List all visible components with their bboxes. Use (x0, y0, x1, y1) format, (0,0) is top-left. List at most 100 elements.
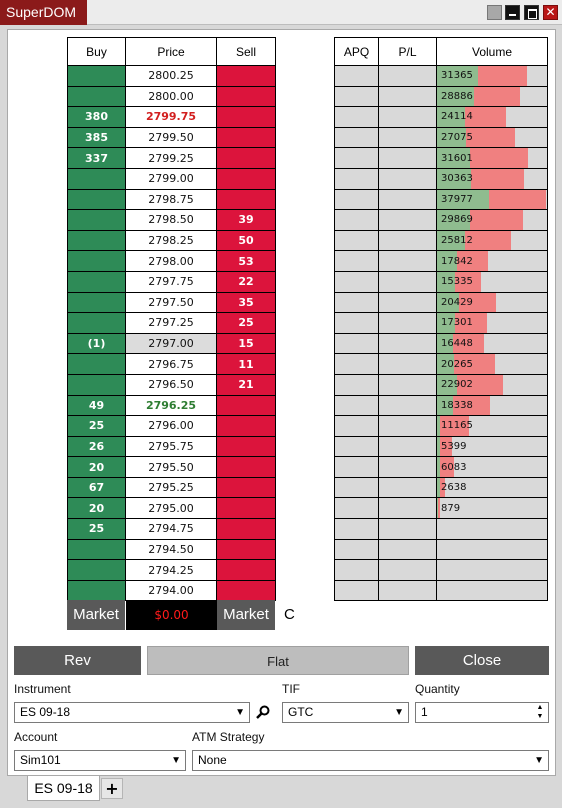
volume-cell (437, 539, 548, 561)
buy-cell[interactable]: 20 (68, 457, 126, 478)
close-icon[interactable]: ✕ (543, 5, 558, 20)
volume-value: 17842 (441, 255, 473, 267)
sell-cell[interactable]: 35 (217, 292, 276, 314)
sell-cell[interactable] (217, 477, 276, 499)
pl-cell (379, 539, 437, 561)
sell-cell[interactable] (217, 66, 276, 87)
sell-cell[interactable]: 21 (217, 374, 276, 396)
buy-cell[interactable] (68, 580, 126, 602)
buy-header: Buy (68, 38, 126, 66)
sell-market-button[interactable]: Market (217, 600, 275, 630)
buy-cell[interactable]: (1) (68, 333, 126, 355)
sell-cell[interactable] (217, 560, 276, 581)
volume-cell: 15335 (437, 271, 548, 293)
flat-button[interactable]: Flat (147, 646, 409, 675)
sell-cell[interactable]: 50 (217, 230, 276, 252)
restore-icon[interactable] (487, 5, 502, 20)
pl-cell (379, 189, 437, 211)
buy-cell[interactable]: 25 (68, 519, 126, 540)
atm-strategy-select[interactable]: None ▼ (192, 750, 549, 771)
sell-cell[interactable] (217, 539, 276, 561)
apq-cell (335, 457, 379, 478)
sell-cell[interactable] (217, 416, 276, 437)
price-cell: 2796.50 (126, 374, 217, 396)
volume-cell: 31601 (437, 148, 548, 169)
tab-es-09-18[interactable]: ES 09-18 (27, 776, 100, 801)
sell-cell[interactable] (217, 457, 276, 478)
quantity-stepper[interactable]: 1 ▲ ▼ (415, 702, 549, 723)
close-position-button[interactable]: Close (415, 646, 549, 675)
sell-cell[interactable] (217, 436, 276, 458)
account-label: Account (14, 730, 58, 744)
sell-cell[interactable] (217, 127, 276, 149)
sell-cell[interactable] (217, 189, 276, 211)
buy-cell[interactable] (68, 210, 126, 231)
buy-cell[interactable]: 380 (68, 107, 126, 128)
buy-cell[interactable] (68, 86, 126, 108)
apq-cell (335, 436, 379, 458)
pl-cell (379, 580, 437, 602)
sell-cell[interactable]: 22 (217, 271, 276, 293)
sell-cell[interactable]: 39 (217, 210, 276, 231)
c-button[interactable]: C (284, 606, 295, 623)
maximize-icon[interactable] (524, 5, 539, 20)
buy-cell[interactable] (68, 66, 126, 87)
minimize-icon[interactable] (505, 5, 520, 20)
sell-cell[interactable]: 11 (217, 354, 276, 375)
sell-cell[interactable] (217, 107, 276, 128)
sell-cell[interactable] (217, 86, 276, 108)
volume-cell: 22902 (437, 374, 548, 396)
tif-value: GTC (288, 705, 314, 719)
volume-cell: 27075 (437, 127, 548, 149)
price-cell: 2797.25 (126, 313, 217, 334)
sell-cell[interactable] (217, 519, 276, 540)
sell-cell[interactable]: 25 (217, 313, 276, 334)
apq-cell (335, 580, 379, 602)
sell-cell[interactable] (217, 168, 276, 190)
buy-market-button[interactable]: Market (67, 600, 125, 630)
volume-cell: 30363 (437, 168, 548, 190)
buy-cell[interactable]: 67 (68, 477, 126, 499)
buy-cell[interactable] (68, 189, 126, 211)
apq-cell (335, 519, 379, 540)
volume-cell: 18338 (437, 395, 548, 417)
volume-value: 17301 (441, 317, 473, 329)
buy-cell[interactable]: 337 (68, 148, 126, 169)
volume-cell (437, 580, 548, 602)
buy-cell[interactable] (68, 271, 126, 293)
pl-cell (379, 168, 437, 190)
search-icon[interactable] (256, 705, 270, 719)
sell-cell[interactable]: 15 (217, 333, 276, 355)
buy-cell[interactable] (68, 354, 126, 375)
sell-cell[interactable]: 53 (217, 251, 276, 272)
sell-cell[interactable] (217, 580, 276, 602)
buy-cell[interactable] (68, 560, 126, 581)
rev-button[interactable]: Rev (14, 646, 141, 675)
account-select[interactable]: Sim101 ▼ (14, 750, 186, 771)
spinner-arrows-icon[interactable]: ▲ ▼ (535, 703, 545, 721)
pl-cell (379, 313, 437, 334)
sell-cell[interactable] (217, 395, 276, 417)
buy-cell[interactable]: 49 (68, 395, 126, 417)
buy-cell[interactable] (68, 539, 126, 561)
buy-cell[interactable]: 25 (68, 416, 126, 437)
sell-cell[interactable] (217, 498, 276, 520)
buy-cell[interactable]: 26 (68, 436, 126, 458)
sell-cell[interactable] (217, 148, 276, 169)
apq-cell (335, 477, 379, 499)
buy-cell[interactable]: 385 (68, 127, 126, 149)
volume-value: 30363 (441, 173, 473, 185)
price-cell: 2795.50 (126, 457, 217, 478)
buy-cell[interactable]: 20 (68, 498, 126, 520)
instrument-select[interactable]: ES 09-18 ▼ (14, 702, 250, 723)
add-tab-button[interactable]: + (101, 778, 123, 799)
buy-cell[interactable] (68, 292, 126, 314)
volume-cell: 29869 (437, 210, 548, 231)
buy-cell[interactable] (68, 313, 126, 334)
tif-select[interactable]: GTC ▼ (282, 702, 409, 723)
buy-cell[interactable] (68, 168, 126, 190)
buy-cell[interactable] (68, 374, 126, 396)
buy-cell[interactable] (68, 251, 126, 272)
volume-value: 27075 (441, 132, 473, 144)
buy-cell[interactable] (68, 230, 126, 252)
